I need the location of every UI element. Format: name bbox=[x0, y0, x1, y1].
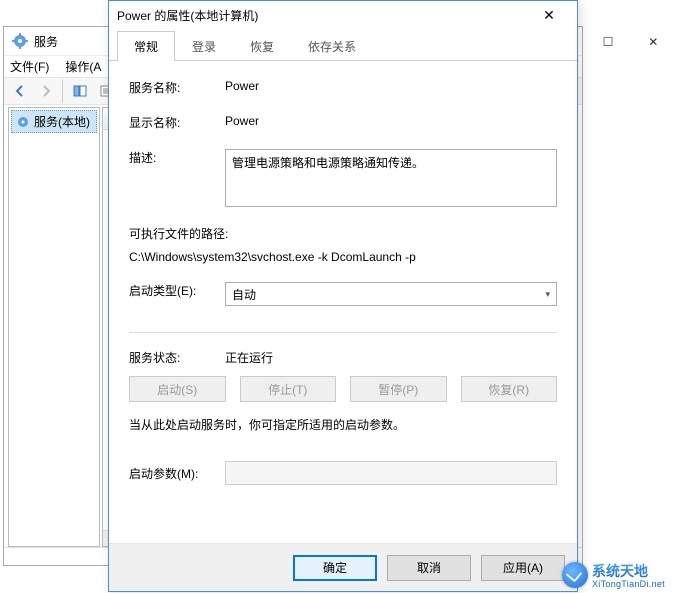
dialog-title: Power 的属性(本地计算机) bbox=[117, 7, 529, 24]
tab-general[interactable]: 常规 bbox=[117, 31, 175, 61]
cancel-button[interactable]: 取消 bbox=[387, 555, 471, 581]
chevron-down-icon: ▾ bbox=[545, 289, 550, 300]
tab-dependencies[interactable]: 依存关系 bbox=[291, 31, 373, 61]
resume-button[interactable]: 恢复(R) bbox=[461, 376, 558, 402]
tab-logon[interactable]: 登录 bbox=[175, 31, 233, 61]
apply-button[interactable]: 应用(A) bbox=[481, 555, 565, 581]
stop-button[interactable]: 停止(T) bbox=[240, 376, 337, 402]
description-textbox[interactable]: 管理电源策略和电源策略通知传递。 bbox=[225, 149, 557, 207]
value-startup-type: 自动 bbox=[232, 286, 256, 303]
forward-button[interactable] bbox=[34, 79, 58, 103]
dialog-body: 服务名称: Power 显示名称: Power 描述: 管理电源策略和电源策略通… bbox=[109, 61, 577, 543]
menu-file[interactable]: 文件(F) bbox=[10, 58, 49, 75]
startup-type-select[interactable]: 自动 ▾ bbox=[225, 282, 557, 306]
divider bbox=[129, 332, 557, 333]
watermark: 系统天地 XiTongTianDi.net bbox=[562, 561, 665, 589]
value-exec-path: C:\Windows\system32\svchost.exe -k DcomL… bbox=[129, 250, 557, 264]
properties-dialog: Power 的属性(本地计算机) ✕ 常规 登录 恢复 依存关系 服务名称: P… bbox=[108, 0, 578, 592]
label-startup-type: 启动类型(E): bbox=[129, 282, 225, 299]
dialog-tabs: 常规 登录 恢复 依存关系 bbox=[109, 31, 577, 61]
close-button[interactable]: ✕ bbox=[631, 28, 676, 56]
services-icon bbox=[12, 33, 28, 49]
watermark-logo-icon bbox=[562, 562, 588, 588]
value-display-name: Power bbox=[225, 114, 557, 128]
menu-action[interactable]: 操作(A bbox=[65, 58, 101, 75]
start-params-hint: 当从此处启动服务时，你可指定所适用的启动参数。 bbox=[129, 416, 557, 433]
watermark-url: XiTongTianDi.net bbox=[592, 579, 665, 589]
maximize-button[interactable]: ☐ bbox=[585, 28, 630, 56]
value-service-name: Power bbox=[225, 79, 557, 93]
dialog-titlebar[interactable]: Power 的属性(本地计算机) ✕ bbox=[109, 1, 577, 29]
pause-button[interactable]: 暂停(P) bbox=[350, 376, 447, 402]
label-display-name: 显示名称: bbox=[129, 114, 225, 131]
show-hide-button[interactable] bbox=[68, 79, 92, 103]
label-description: 描述: bbox=[129, 149, 225, 166]
watermark-brand: 系统天地 bbox=[592, 561, 665, 581]
label-service-name: 服务名称: bbox=[129, 79, 225, 96]
dialog-footer: 确定 取消 应用(A) bbox=[109, 543, 577, 591]
services-title: 服务 bbox=[34, 33, 58, 50]
start-button[interactable]: 启动(S) bbox=[129, 376, 226, 402]
value-description: 管理电源策略和电源策略通知传递。 bbox=[232, 156, 424, 170]
label-exec-path: 可执行文件的路径: bbox=[129, 225, 557, 242]
tree-item-services-local[interactable]: 服务(本地) bbox=[11, 110, 97, 133]
tab-recovery[interactable]: 恢复 bbox=[233, 31, 291, 61]
value-service-status: 正在运行 bbox=[225, 349, 557, 366]
back-button[interactable] bbox=[8, 79, 32, 103]
dialog-close-button[interactable]: ✕ bbox=[529, 3, 569, 27]
tree-item-label: 服务(本地) bbox=[34, 113, 90, 130]
gear-icon bbox=[16, 115, 30, 129]
label-service-status: 服务状态: bbox=[129, 349, 225, 366]
toolbar-separator bbox=[62, 79, 64, 103]
services-tree[interactable]: 服务(本地) bbox=[8, 107, 100, 547]
label-start-params: 启动参数(M): bbox=[129, 465, 217, 482]
ok-button[interactable]: 确定 bbox=[293, 555, 377, 581]
start-params-input bbox=[225, 461, 557, 485]
service-control-buttons: 启动(S) 停止(T) 暂停(P) 恢复(R) bbox=[129, 376, 557, 402]
